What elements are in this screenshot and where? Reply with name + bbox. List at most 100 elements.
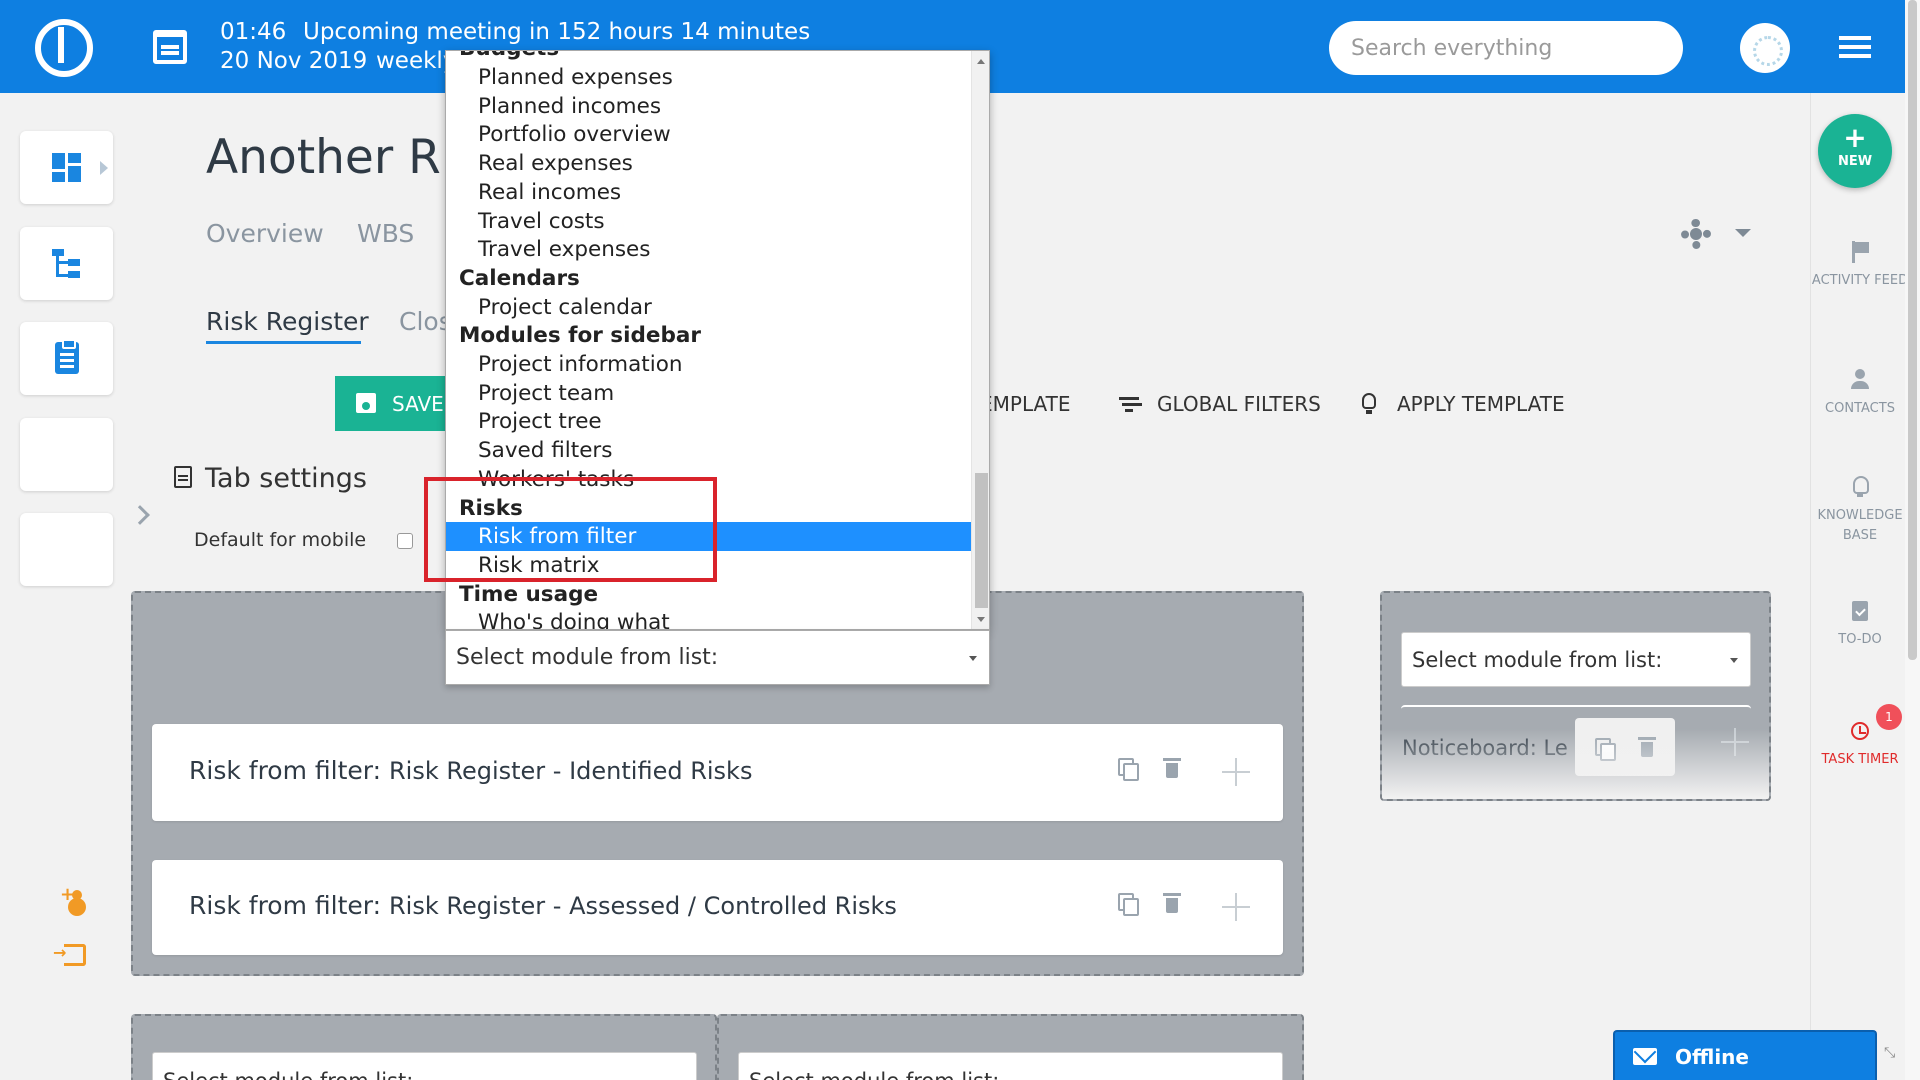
trash-icon[interactable] [1163, 758, 1181, 778]
dropdown-option-project-tree[interactable]: Project tree [446, 407, 971, 436]
add-icon[interactable] [1222, 893, 1250, 921]
avatar[interactable] [1740, 23, 1790, 73]
module-prefix: Risk from filter: [189, 891, 382, 920]
sidebar-item-tasks[interactable] [20, 322, 113, 395]
default-for-mobile-label: Default for mobile [194, 529, 367, 551]
copy-icon[interactable] [1595, 738, 1616, 761]
dropdown-option-saved-filters[interactable]: Saved filters [446, 436, 971, 465]
add-icon[interactable] [1222, 758, 1250, 786]
module-prefix: Risk from filter: [189, 756, 382, 785]
copy-icon[interactable] [1118, 893, 1139, 916]
save-button[interactable]: SAVE [335, 376, 450, 431]
dropdown-option-planned-incomes[interactable]: Planned incomes [446, 92, 971, 121]
select-label: Select module from list: [749, 1069, 999, 1080]
dropdown-option-who-s-doing-what[interactable]: Who's doing what [446, 608, 971, 629]
layout-region-right: Select module from list: Noticeboard: Le [1380, 591, 1771, 801]
scroll-up-icon[interactable] [977, 59, 985, 64]
dropdown-group-calendars: Calendars [459, 265, 580, 291]
alarm-clock-icon [1849, 720, 1871, 742]
sidebar-item-empty-2[interactable] [20, 513, 113, 586]
chevron-right-icon [100, 161, 108, 175]
expand-sidebar-icon[interactable] [130, 505, 150, 525]
bottom-right-module-select[interactable]: Select module from list: [738, 1052, 1283, 1080]
dropdown-group-time-usage: Time usage [459, 581, 599, 607]
activity-feed-label: ACTIVITY FEED [1811, 273, 1909, 288]
noticeboard-card[interactable] [1401, 705, 1751, 785]
trash-icon[interactable] [1638, 737, 1656, 757]
plus-icon: + [1843, 121, 1867, 154]
contacts-button[interactable]: CONTACTS [1810, 369, 1910, 419]
dropdown-scrollbar-thumb[interactable] [975, 473, 988, 608]
todo-button[interactable]: TO-DO [1810, 600, 1910, 650]
dropdown-group-label: Budgets [446, 51, 971, 63]
knowledge-base-button[interactable]: KNOWLEDGE BASE [1810, 476, 1910, 546]
gear-icon[interactable] [1681, 219, 1711, 249]
add-icon[interactable] [1721, 728, 1749, 756]
module-title: Risk from filter: Risk Register - Identi… [189, 756, 752, 785]
save-label: SAVE [392, 391, 444, 416]
filter-icon [1119, 397, 1139, 412]
lightbulb-icon [1849, 476, 1871, 498]
add-user-icon[interactable] [60, 884, 92, 910]
menu-icon[interactable] [1839, 36, 1871, 58]
dropdown-option-project-team[interactable]: Project team [446, 379, 971, 408]
current-date: 20 Nov 2019 [220, 48, 368, 74]
mail-icon [1633, 1048, 1657, 1065]
chat-offline-bar[interactable]: Offline [1613, 1030, 1877, 1080]
page-scrollbar-thumb[interactable] [1908, 0, 1917, 660]
dropdown-scrollbar[interactable] [971, 51, 989, 629]
chevron-down-icon[interactable] [1735, 229, 1751, 237]
task-timer-label: TASK TIMER [1821, 752, 1899, 767]
sidebar-item-empty-1[interactable] [20, 418, 113, 491]
sidebar-item-dashboard[interactable] [20, 131, 113, 204]
expand-icon[interactable]: ⤡ [1884, 1045, 1902, 1063]
trash-icon[interactable] [1163, 893, 1181, 913]
right-module-select[interactable]: Select module from list: [1401, 632, 1751, 687]
tab-settings-title: Tab settings [205, 463, 367, 494]
contacts-label: CONTACTS [1825, 401, 1895, 416]
dropdown-option-travel-costs[interactable]: Travel costs [446, 207, 971, 236]
bottom-left-module-select[interactable]: Select module from list: [152, 1052, 697, 1080]
chevron-down-icon [1730, 657, 1738, 663]
search-input[interactable] [1329, 21, 1683, 75]
app-logo-icon[interactable] [35, 19, 93, 77]
dropdown-option-travel-expenses[interactable]: Travel expenses [446, 235, 971, 264]
global-filters-button[interactable]: GLOBAL FILTERS [1157, 392, 1321, 416]
new-label: NEW [1837, 154, 1873, 169]
upcoming-meeting-text[interactable]: Upcoming meeting in 152 hours 14 minutes [303, 19, 810, 45]
new-button[interactable]: + NEW [1818, 114, 1892, 188]
sidebar-item-tree[interactable] [20, 227, 113, 300]
dropdown-option-planned-expenses[interactable]: Planned expenses [446, 63, 971, 92]
task-timer-badge: 1 [1876, 704, 1902, 730]
module-title: Risk from filter: Risk Register - Assess… [189, 891, 897, 920]
scroll-down-icon[interactable] [977, 617, 985, 622]
meeting-time: 01:46 [220, 19, 287, 45]
module-select[interactable]: Select module from list: [445, 630, 990, 685]
copy-icon[interactable] [1118, 758, 1139, 781]
module-name: Risk Register - Assessed / Controlled Ri… [388, 892, 897, 920]
subtab-risk-register[interactable]: Risk Register [206, 307, 369, 336]
dropdown-option-project-calendar[interactable]: Project calendar [446, 293, 971, 322]
subtab-clos[interactable]: Clos [399, 307, 452, 336]
flag-icon [1849, 241, 1871, 263]
calendar-icon[interactable] [153, 30, 187, 64]
tab-wbs[interactable]: WBS [357, 219, 414, 248]
default-for-mobile-checkbox[interactable] [397, 533, 413, 549]
dropdown-option-real-incomes[interactable]: Real incomes [446, 178, 971, 207]
noticeboard-label: Noticeboard: Le [1402, 736, 1568, 760]
todo-icon [1849, 600, 1871, 622]
noticeboard-actions [1575, 718, 1675, 776]
dropdown-option-portfolio-overview[interactable]: Portfolio overview [446, 120, 971, 149]
module-card-identified-risks[interactable]: Risk from filter: Risk Register - Identi… [152, 724, 1283, 821]
dropdown-option-project-information[interactable]: Project information [446, 350, 971, 379]
tab-overview[interactable]: Overview [206, 219, 324, 248]
activity-feed-button[interactable]: ACTIVITY FEED [1810, 241, 1910, 291]
logout-icon[interactable] [53, 943, 86, 966]
save-as-template-button[interactable]: EMPLATE [980, 392, 1071, 416]
select-label: Select module from list: [456, 645, 719, 670]
apply-template-button[interactable]: APPLY TEMPLATE [1397, 392, 1565, 416]
dropdown-option-real-expenses[interactable]: Real expenses [446, 149, 971, 178]
module-card-assessed-risks[interactable]: Risk from filter: Risk Register - Assess… [152, 860, 1283, 955]
active-tab-indicator [206, 341, 361, 344]
select-label: Select module from list: [1412, 647, 1663, 672]
